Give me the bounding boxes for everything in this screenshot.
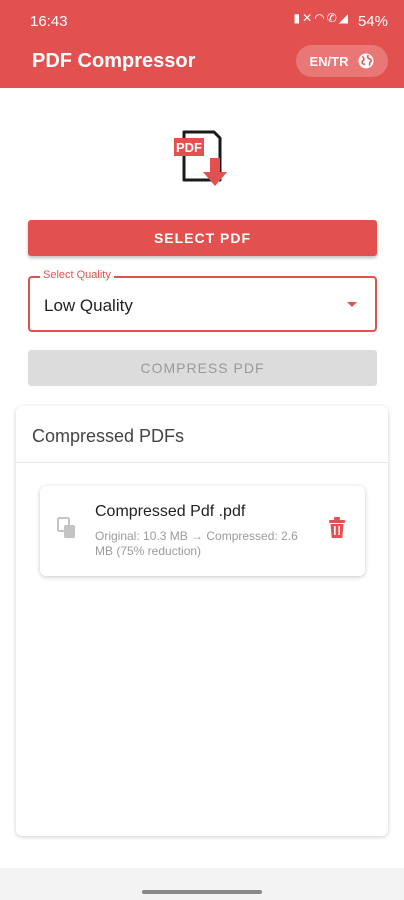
status-icons: ▮✕◠✆◢ [294,11,350,25]
home-gesture-handle[interactable] [142,890,262,894]
divider [16,462,388,463]
dropdown-arrow-icon [347,302,357,307]
file-name: Compressed Pdf .pdf [95,503,246,520]
pdf-download-icon: PDF [174,130,227,186]
navigation-bar [0,868,404,900]
battery-level: 54% [357,13,388,30]
battery-saver-icon: ▮ [293,11,303,25]
compressed-pdfs-title: Compressed PDFs [32,426,185,446]
main-content: PDF SELECT PDF Select Quality Low Qualit… [0,88,404,868]
compress-pdf-button[interactable]: COMPRESS PDF [28,350,377,386]
compressed-pdfs-card: Compressed PDFs Compressed Pdf .pdf Orig… [16,406,388,836]
mute-icon: ✕ [302,11,315,25]
quality-value: Low Quality [44,296,133,315]
file-size-details: Original: 10.3 MB → Compressed: 2.6 MB (… [95,529,298,558]
language-toggle-button[interactable]: EN/TR [296,45,388,77]
globe-icon [358,53,373,69]
app-bar: PDF Compressor EN/TR [0,36,404,88]
delete-icon[interactable] [327,516,347,540]
language-label: EN/TR [309,53,349,69]
select-pdf-button[interactable]: SELECT PDF [28,220,377,256]
status-bar: 16:43 ▮✕◠✆◢ 54% [0,0,404,36]
signal-icon: ◢ [338,11,350,25]
copy-icon [57,517,75,538]
status-time: 16:43 [30,13,68,30]
compressed-file-item[interactable]: Compressed Pdf .pdf Original: 10.3 MB → … [40,486,365,576]
quality-label: Select Quality [40,269,114,281]
wifi-icon: ◠ [314,11,327,25]
pdf-logo-text: PDF [176,140,202,155]
call-icon: ✆ [326,11,339,25]
app-title: PDF Compressor [32,50,196,72]
quality-dropdown[interactable]: Select Quality Low Quality [28,269,377,332]
